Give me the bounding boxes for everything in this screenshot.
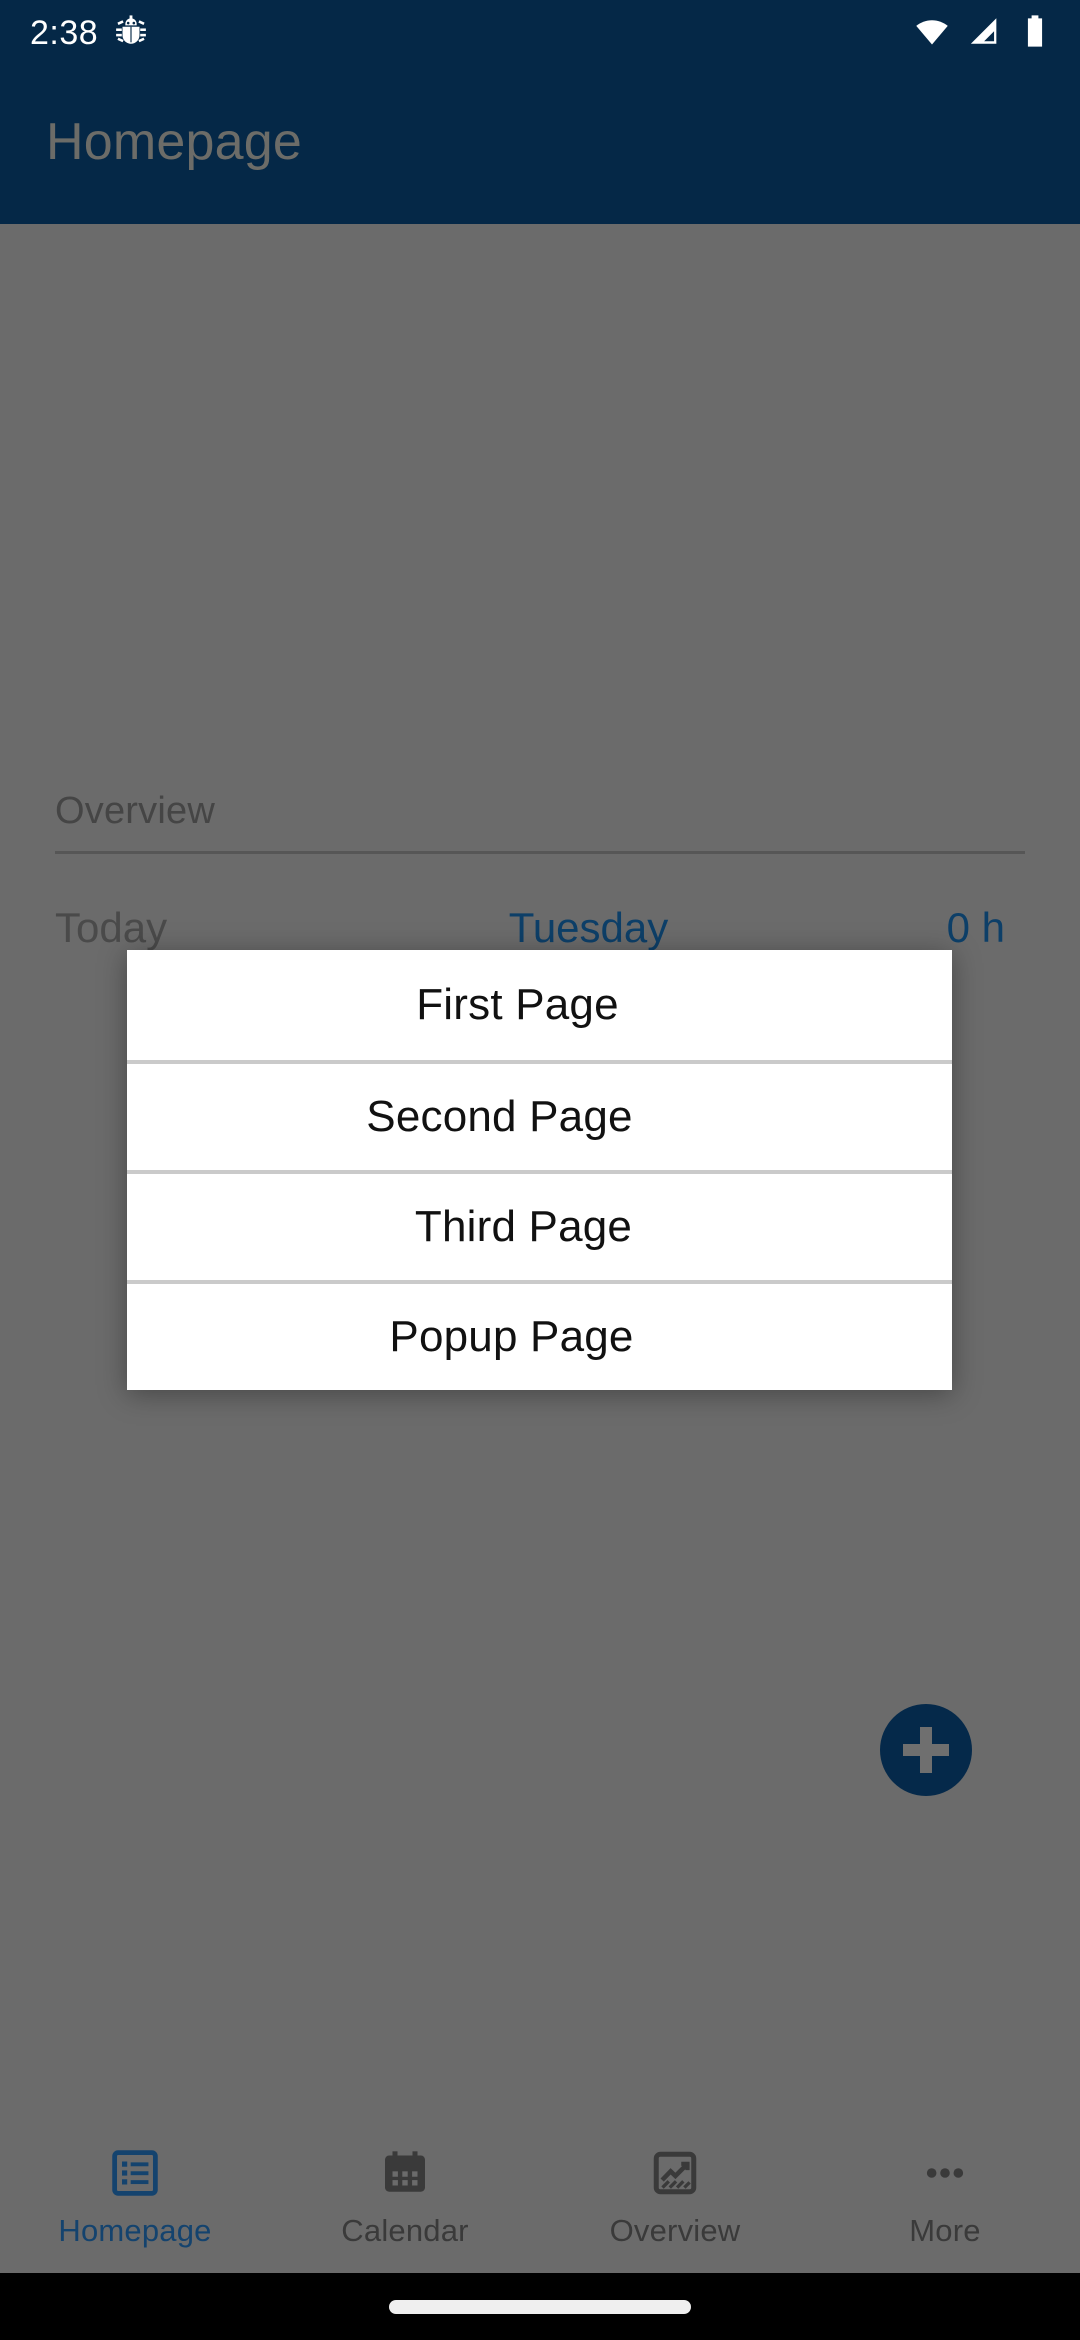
page-chooser-dialog: First Page Second Page Third Page Popup … <box>127 950 952 1390</box>
dialog-option-label: Popup Page <box>389 1312 634 1361</box>
dialog-option-first-page[interactable]: First Page <box>127 950 952 1060</box>
dialog-option-label: Second Page <box>366 1092 633 1141</box>
dialog-option-second-page[interactable]: Second Page <box>127 1060 952 1170</box>
dialog-option-label: First Page <box>416 980 619 1029</box>
phone-screen: 2:38 Homepage Overview Today Tuesday 0 h… <box>0 0 1080 2340</box>
gesture-handle[interactable] <box>389 2299 691 2314</box>
system-gesture-bar <box>0 2273 1080 2340</box>
dialog-option-label: Third Page <box>414 1202 633 1251</box>
dialog-option-popup-page[interactable]: Popup Page <box>127 1280 952 1390</box>
dialog-option-third-page[interactable]: Third Page <box>127 1170 952 1280</box>
